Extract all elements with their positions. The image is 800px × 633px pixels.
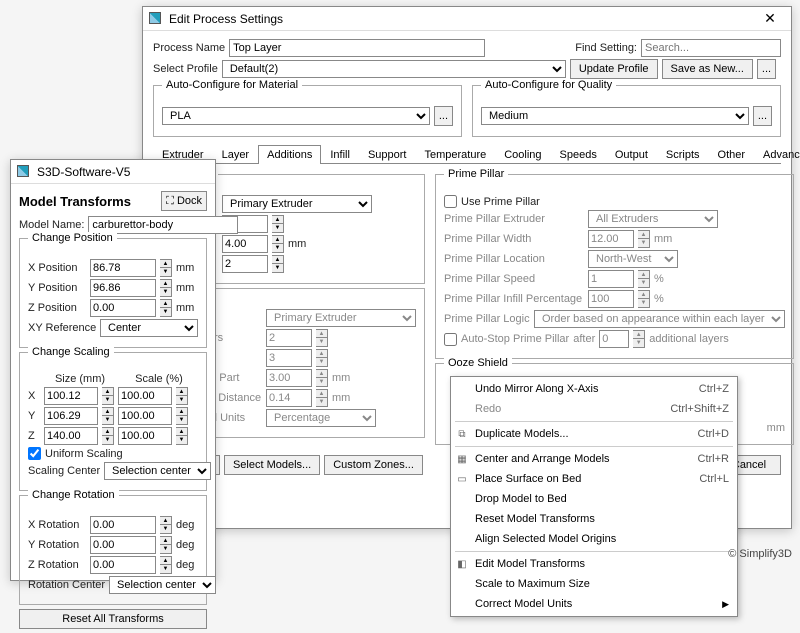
menu-duplicate[interactable]: ⧉Duplicate Models...Ctrl+D: [451, 424, 737, 444]
quality-select[interactable]: Medium: [481, 107, 749, 125]
find-setting-input[interactable]: [641, 39, 781, 57]
copyright-text: © Simplify3D: [728, 548, 792, 560]
menu-edit-transforms[interactable]: ◧Edit Model Transforms: [451, 554, 737, 574]
prime-infill: [588, 290, 634, 308]
xy-reference[interactable]: Center: [100, 319, 198, 337]
window-title: Edit Process Settings: [169, 12, 283, 26]
prime-extruder: All Extruders: [588, 210, 718, 228]
y-scale[interactable]: [118, 407, 172, 425]
quality-more-button[interactable]: ...: [753, 106, 772, 126]
x-size[interactable]: [44, 387, 98, 405]
process-name-input[interactable]: [229, 39, 485, 57]
menu-center-arrange[interactable]: ▦Center and Arrange ModelsCtrl+R: [451, 449, 737, 469]
raft-offset: [266, 369, 312, 387]
transform-icon: ◧: [455, 559, 469, 570]
model-transforms-window: S3D-Software-V5 Model Transforms ⛶ Dock …: [10, 159, 216, 581]
tab-temperature[interactable]: Temperature: [415, 145, 495, 164]
tab-advanced[interactable]: Advanced: [754, 145, 800, 164]
skirt-layers-spin[interactable]: ▲▼: [272, 215, 284, 233]
tab-output[interactable]: Output: [606, 145, 657, 164]
submenu-arrow-icon: ▶: [722, 599, 729, 610]
select-profile[interactable]: Default(2): [222, 60, 566, 78]
z-scale[interactable]: [118, 427, 172, 445]
y-position[interactable]: [90, 279, 156, 297]
select-models-button[interactable]: Select Models...: [224, 455, 320, 475]
x-position[interactable]: [90, 259, 156, 277]
y-size[interactable]: [44, 407, 98, 425]
use-prime-pillar[interactable]: [444, 195, 457, 208]
tab-layer[interactable]: Layer: [213, 145, 259, 164]
custom-zones-button[interactable]: Custom Zones...: [324, 455, 423, 475]
save-as-new-button[interactable]: Save as New...: [662, 59, 753, 79]
tab-speeds[interactable]: Speeds: [551, 145, 606, 164]
tab-additions[interactable]: Additions: [258, 145, 321, 164]
profile-more-button[interactable]: ...: [757, 59, 776, 79]
grid-icon: ▦: [455, 454, 469, 465]
change-scaling-group: Change Scaling Size (mm)Scale (%) X▲▼▲▼ …: [19, 352, 207, 491]
auto-material-group: Auto-Configure for Material PLA ...: [153, 85, 462, 137]
material-select[interactable]: PLA: [162, 107, 430, 125]
app-title: S3D-Software-V5: [37, 165, 130, 179]
surface-icon: ▭: [455, 474, 469, 485]
menu-scale-max[interactable]: Scale to Maximum Size: [451, 574, 737, 594]
x-rotation[interactable]: [90, 516, 156, 534]
change-rotation-group: Change Rotation X Rotation▲▼deg Y Rotati…: [19, 495, 207, 605]
prime-logic: Order based on appearance within each la…: [534, 310, 785, 328]
context-menu: Undo Mirror Along X-AxisCtrl+Z RedoCtrl+…: [450, 376, 738, 617]
auto-quality-group: Auto-Configure for Quality Medium ...: [472, 85, 781, 137]
menu-align-origins[interactable]: Align Selected Model Origins: [451, 529, 737, 549]
tab-cooling[interactable]: Cooling: [495, 145, 550, 164]
x-scale[interactable]: [118, 387, 172, 405]
prime-width: [588, 230, 634, 248]
change-position-group: Change Position X Position▲▼mm Y Positio…: [19, 238, 207, 348]
raft-top: [266, 349, 312, 367]
app-icon: [17, 165, 31, 179]
menu-redo: RedoCtrl+Shift+Z: [451, 399, 737, 419]
skirt-offset-spin[interactable]: ▲▼: [272, 235, 284, 253]
z-rotation[interactable]: [90, 556, 156, 574]
duplicate-icon: ⧉: [455, 429, 469, 440]
z-size[interactable]: [44, 427, 98, 445]
skirt-offset[interactable]: [222, 235, 268, 253]
prime-speed: [588, 270, 634, 288]
raft-base: [266, 329, 312, 347]
reset-transforms-button[interactable]: Reset All Transforms: [19, 609, 207, 629]
rotation-center[interactable]: Selection center: [109, 576, 216, 594]
process-name-label: Process Name: [153, 42, 225, 54]
raft-speed-units: Percentage: [266, 409, 376, 427]
prime-pillar-group: Prime Pillar Use Prime Pillar Prime Pill…: [435, 174, 794, 359]
menu-reset-transforms[interactable]: Reset Model Transforms: [451, 509, 737, 529]
find-setting-label: Find Setting:: [575, 42, 637, 54]
app-icon: [149, 12, 163, 26]
menu-correct-units[interactable]: Correct Model Units▶: [451, 594, 737, 614]
settings-tabs: Extruder Layer Additions Infill Support …: [153, 145, 781, 164]
tab-infill[interactable]: Infill: [321, 145, 359, 164]
menu-undo[interactable]: Undo Mirror Along X-AxisCtrl+Z: [451, 379, 737, 399]
transforms-heading: Model Transforms: [19, 194, 161, 209]
menu-drop-to-bed[interactable]: Drop Model to Bed: [451, 489, 737, 509]
select-profile-label: Select Profile: [153, 63, 218, 75]
auto-stop-layers: [599, 330, 629, 348]
tab-other[interactable]: Other: [709, 145, 755, 164]
z-position[interactable]: [90, 299, 156, 317]
tab-support[interactable]: Support: [359, 145, 416, 164]
prime-location: North-West: [588, 250, 678, 268]
auto-stop-prime: [444, 333, 457, 346]
y-rotation[interactable]: [90, 536, 156, 554]
material-more-button[interactable]: ...: [434, 106, 453, 126]
uniform-scaling[interactable]: [28, 447, 41, 460]
skirt-outlines-spin[interactable]: ▲▼: [272, 255, 284, 273]
scaling-center[interactable]: Selection center: [104, 462, 211, 480]
raft-extruder: Primary Extruder: [266, 309, 416, 327]
edit-process-titlebar: Edit Process Settings ✕: [143, 7, 791, 31]
menu-place-surface[interactable]: ▭Place Surface on BedCtrl+L: [451, 469, 737, 489]
update-profile-button[interactable]: Update Profile: [570, 59, 658, 79]
dock-button[interactable]: ⛶ Dock: [161, 191, 207, 211]
close-icon[interactable]: ✕: [755, 10, 785, 27]
skirt-outlines[interactable]: [222, 255, 268, 273]
skirt-extruder[interactable]: Primary Extruder: [222, 195, 372, 213]
tab-scripts[interactable]: Scripts: [657, 145, 709, 164]
raft-sep: [266, 389, 312, 407]
transforms-titlebar: S3D-Software-V5: [11, 160, 215, 184]
